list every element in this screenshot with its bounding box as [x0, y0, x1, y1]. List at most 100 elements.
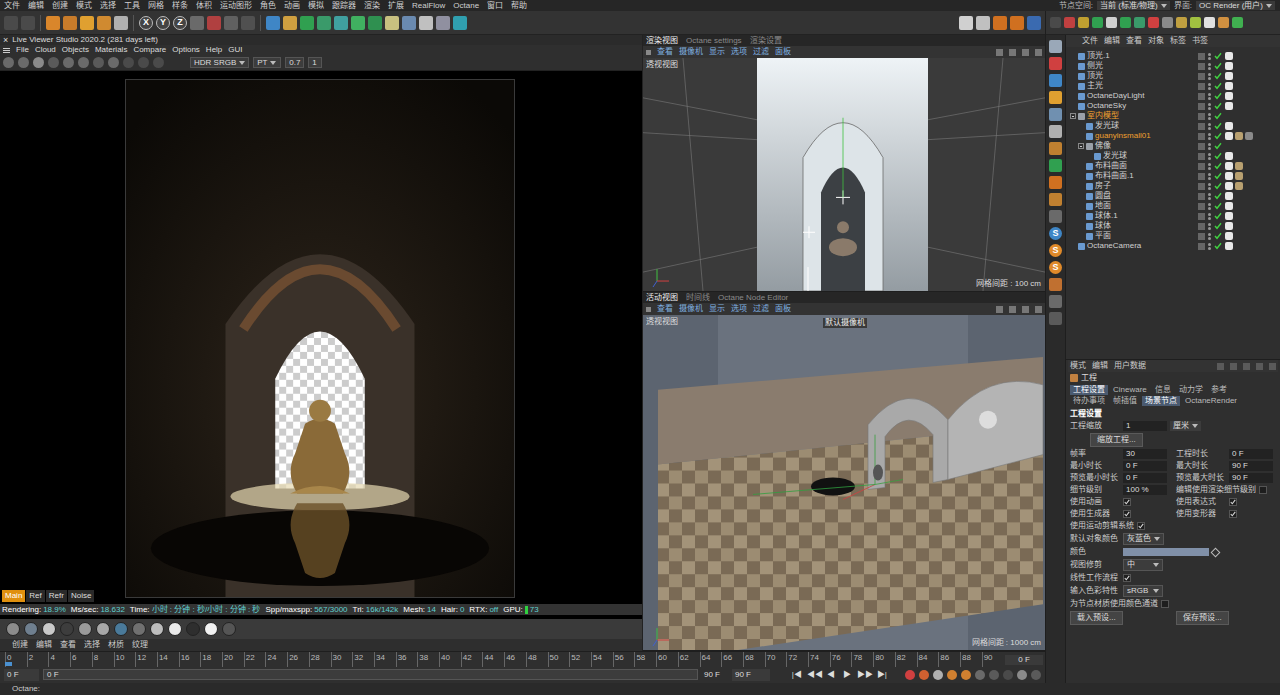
manager-tool-icon[interactable] — [1190, 17, 1201, 28]
snap-button[interactable]: S — [1049, 244, 1062, 257]
viewport-canvas[interactable]: 透视视图网格间距 : 100 cm — [643, 58, 1045, 291]
enabled-check-icon[interactable] — [1214, 192, 1222, 200]
menu-item[interactable]: 文件 — [1082, 37, 1098, 45]
checkbox[interactable] — [1137, 522, 1145, 530]
record-icon[interactable] — [919, 670, 929, 680]
playback-button[interactable]: ▶ — [841, 671, 853, 679]
attribute-tab[interactable]: 动力学 — [1176, 385, 1206, 395]
manager-tool-icon[interactable] — [1218, 17, 1229, 28]
menu-item[interactable]: 窗口 — [485, 2, 505, 10]
tag-icon[interactable] — [1235, 162, 1243, 170]
enabled-check-icon[interactable] — [1214, 182, 1222, 190]
side-tool-icon[interactable] — [1049, 159, 1062, 172]
tag-icon[interactable] — [1225, 132, 1233, 140]
attribute-tab[interactable]: 参考 — [1208, 385, 1230, 395]
layer-icon[interactable] — [1198, 173, 1205, 180]
tag-icon[interactable] — [1225, 222, 1233, 230]
layer-icon[interactable] — [1198, 193, 1205, 200]
layout-icon[interactable] — [976, 16, 990, 30]
object-tool-icon[interactable] — [317, 16, 331, 30]
menu-item[interactable]: 选择 — [84, 641, 100, 649]
layer-icon[interactable] — [1198, 103, 1205, 110]
menu-item[interactable]: Help — [206, 46, 222, 54]
enabled-check-icon[interactable] — [1214, 162, 1222, 170]
object-row[interactable]: guanyinsmall01 — [1066, 131, 1280, 141]
viewer-tool-icon[interactable] — [78, 57, 89, 68]
undo-icon[interactable] — [21, 16, 35, 30]
snap-button[interactable]: S — [1049, 227, 1062, 240]
tag-icon[interactable] — [1225, 122, 1233, 130]
navigation-icon[interactable] — [1009, 306, 1016, 313]
viewer-tool-icon[interactable] — [63, 57, 74, 68]
object-name[interactable]: 布料曲面.1 — [1095, 172, 1134, 180]
menu-item[interactable]: 模式 — [74, 2, 94, 10]
menu-item[interactable]: File — [16, 46, 29, 54]
tag-icon[interactable] — [1225, 102, 1233, 110]
object-tool-icon[interactable] — [385, 16, 399, 30]
range-end[interactable]: 90 F — [702, 669, 728, 681]
object-row[interactable]: 布料曲面.1 — [1066, 171, 1280, 181]
object-name[interactable]: 地面 — [1095, 202, 1111, 210]
menu-item[interactable]: 网格 — [146, 2, 166, 10]
layer-icon[interactable] — [1198, 113, 1205, 120]
side-tool-icon[interactable] — [1049, 312, 1062, 325]
record-icon[interactable] — [905, 670, 915, 680]
axis-button[interactable]: X — [139, 16, 153, 30]
tag-icon[interactable] — [1225, 212, 1233, 220]
enabled-check-icon[interactable] — [1214, 202, 1222, 210]
visibility-icon[interactable] — [1208, 103, 1211, 110]
object-row[interactable]: 球体.1 — [1066, 211, 1280, 221]
manager-tool-icon[interactable] — [1232, 17, 1243, 28]
attribute-button[interactable]: 缩放工程... — [1090, 433, 1143, 447]
render-icon[interactable] — [190, 16, 204, 30]
navigation-icon[interactable] — [996, 49, 1003, 56]
viewer-tool-icon[interactable] — [108, 57, 119, 68]
menu-item[interactable]: 帮助 — [509, 2, 529, 10]
timeline-ruler[interactable]: 0246810121416182022242628303234363840424… — [0, 652, 1003, 667]
manager-tool-icon[interactable] — [1134, 17, 1145, 28]
viewport-canvas[interactable]: 透视视图默认摄像机网格间距 : 1000 cm — [643, 315, 1045, 650]
enabled-check-icon[interactable] — [1214, 232, 1222, 240]
menu-item[interactable]: 选项 — [731, 48, 747, 56]
menu-item[interactable]: 显示 — [709, 48, 725, 56]
navigation-icon[interactable] — [1269, 363, 1276, 370]
manager-tool-icon[interactable] — [1092, 17, 1103, 28]
menu-item[interactable]: 显示 — [709, 305, 725, 313]
object-name[interactable]: OctaneSky — [1087, 102, 1126, 110]
checkbox[interactable] — [1123, 498, 1131, 506]
render-icon[interactable] — [224, 16, 238, 30]
side-tool-icon[interactable] — [1049, 142, 1062, 155]
layer-icon[interactable] — [1198, 163, 1205, 170]
object-tool-icon[interactable] — [402, 16, 416, 30]
menu-item[interactable]: 纹理 — [132, 641, 148, 649]
object-name[interactable]: OctaneCamera — [1087, 242, 1141, 250]
layer-icon[interactable] — [1198, 93, 1205, 100]
layer-icon[interactable] — [1198, 123, 1205, 130]
attribute-field[interactable]: 0 F — [1123, 473, 1167, 483]
menu-item[interactable]: 渲染 — [362, 2, 382, 10]
viewer-tool-icon[interactable] — [93, 57, 104, 68]
object-tool-icon[interactable] — [351, 16, 365, 30]
pass-tab[interactable]: Ref — [26, 590, 44, 602]
menu-item[interactable]: 过滤 — [753, 305, 769, 313]
side-tool-icon[interactable] — [1049, 176, 1062, 189]
side-tool-icon[interactable] — [1049, 57, 1062, 70]
enabled-check-icon[interactable] — [1214, 112, 1222, 120]
enabled-check-icon[interactable] — [1214, 132, 1222, 140]
object-row[interactable]: 顶光 — [1066, 71, 1280, 81]
viewer-tool-icon[interactable] — [18, 57, 29, 68]
object-name[interactable]: 平面 — [1095, 232, 1111, 240]
object-row[interactable]: 发光球 — [1066, 121, 1280, 131]
menubar-dropdown[interactable]: OC Render (用户) — [1196, 1, 1275, 10]
tag-icon[interactable] — [1235, 172, 1243, 180]
menu-item[interactable]: Materials — [95, 46, 127, 54]
side-tool-icon[interactable] — [1049, 108, 1062, 121]
material-swatch[interactable] — [168, 622, 182, 636]
object-row[interactable]: 圆盘 — [1066, 191, 1280, 201]
attribute-button[interactable]: 载入预设... — [1070, 611, 1123, 625]
menu-item[interactable]: 摄像机 — [679, 305, 703, 313]
visibility-icon[interactable] — [1208, 183, 1211, 190]
attribute-field[interactable]: 90 F — [1229, 473, 1273, 483]
menu-item[interactable]: RealFlow — [410, 2, 447, 10]
tag-icon[interactable] — [1225, 232, 1233, 240]
